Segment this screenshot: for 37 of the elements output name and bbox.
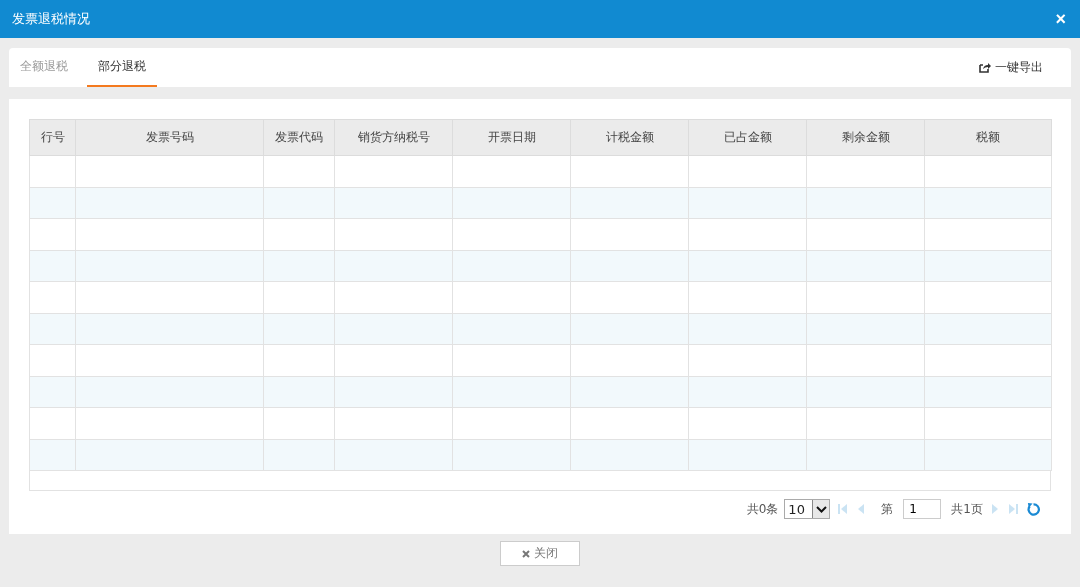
- page-label: 第: [881, 500, 894, 518]
- column-header: 发票号码: [75, 119, 264, 156]
- column-header: 行号: [29, 119, 76, 156]
- table-cell: [263, 218, 335, 250]
- table-cell: [263, 407, 335, 439]
- table-cell: [263, 250, 335, 282]
- column-header: 剩余金额: [806, 119, 925, 156]
- close-icon: [522, 549, 530, 558]
- close-dialog-button[interactable]: 关闭: [500, 541, 580, 566]
- table-cell: [263, 281, 335, 313]
- column-header: 开票日期: [452, 119, 571, 156]
- table-cell: [263, 376, 335, 408]
- table-cell: [263, 187, 335, 219]
- share-icon: [979, 62, 991, 73]
- refresh-icon[interactable]: [1026, 501, 1041, 517]
- first-page-icon: [838, 503, 849, 515]
- tab[interactable]: 部分退税: [87, 48, 157, 87]
- window-title: 发票退税情况: [12, 10, 90, 28]
- column-header: 发票代码: [263, 119, 335, 156]
- column-header: 税额: [924, 119, 1052, 156]
- last-page-icon: [1008, 503, 1018, 515]
- export-button[interactable]: 一键导出: [961, 48, 1061, 87]
- chevron-down-icon: [815, 505, 827, 513]
- total-count: 共0条: [746, 500, 779, 518]
- next-page-icon: [991, 503, 998, 515]
- page-count: 共1页: [951, 500, 983, 518]
- page-input[interactable]: 1: [903, 499, 942, 519]
- table-cell: [263, 344, 335, 376]
- close-button[interactable]: ×: [1055, 10, 1066, 28]
- page-size-select[interactable]: 10: [784, 499, 831, 519]
- table-cell: [263, 313, 335, 345]
- column-header: 已占金额: [688, 119, 807, 156]
- previous-page-icon: [858, 503, 866, 515]
- table-cell: [263, 439, 335, 471]
- column-header: 销货方纳税号: [334, 119, 453, 156]
- table-cell: [263, 155, 335, 187]
- column-header: 计税金额: [570, 119, 689, 156]
